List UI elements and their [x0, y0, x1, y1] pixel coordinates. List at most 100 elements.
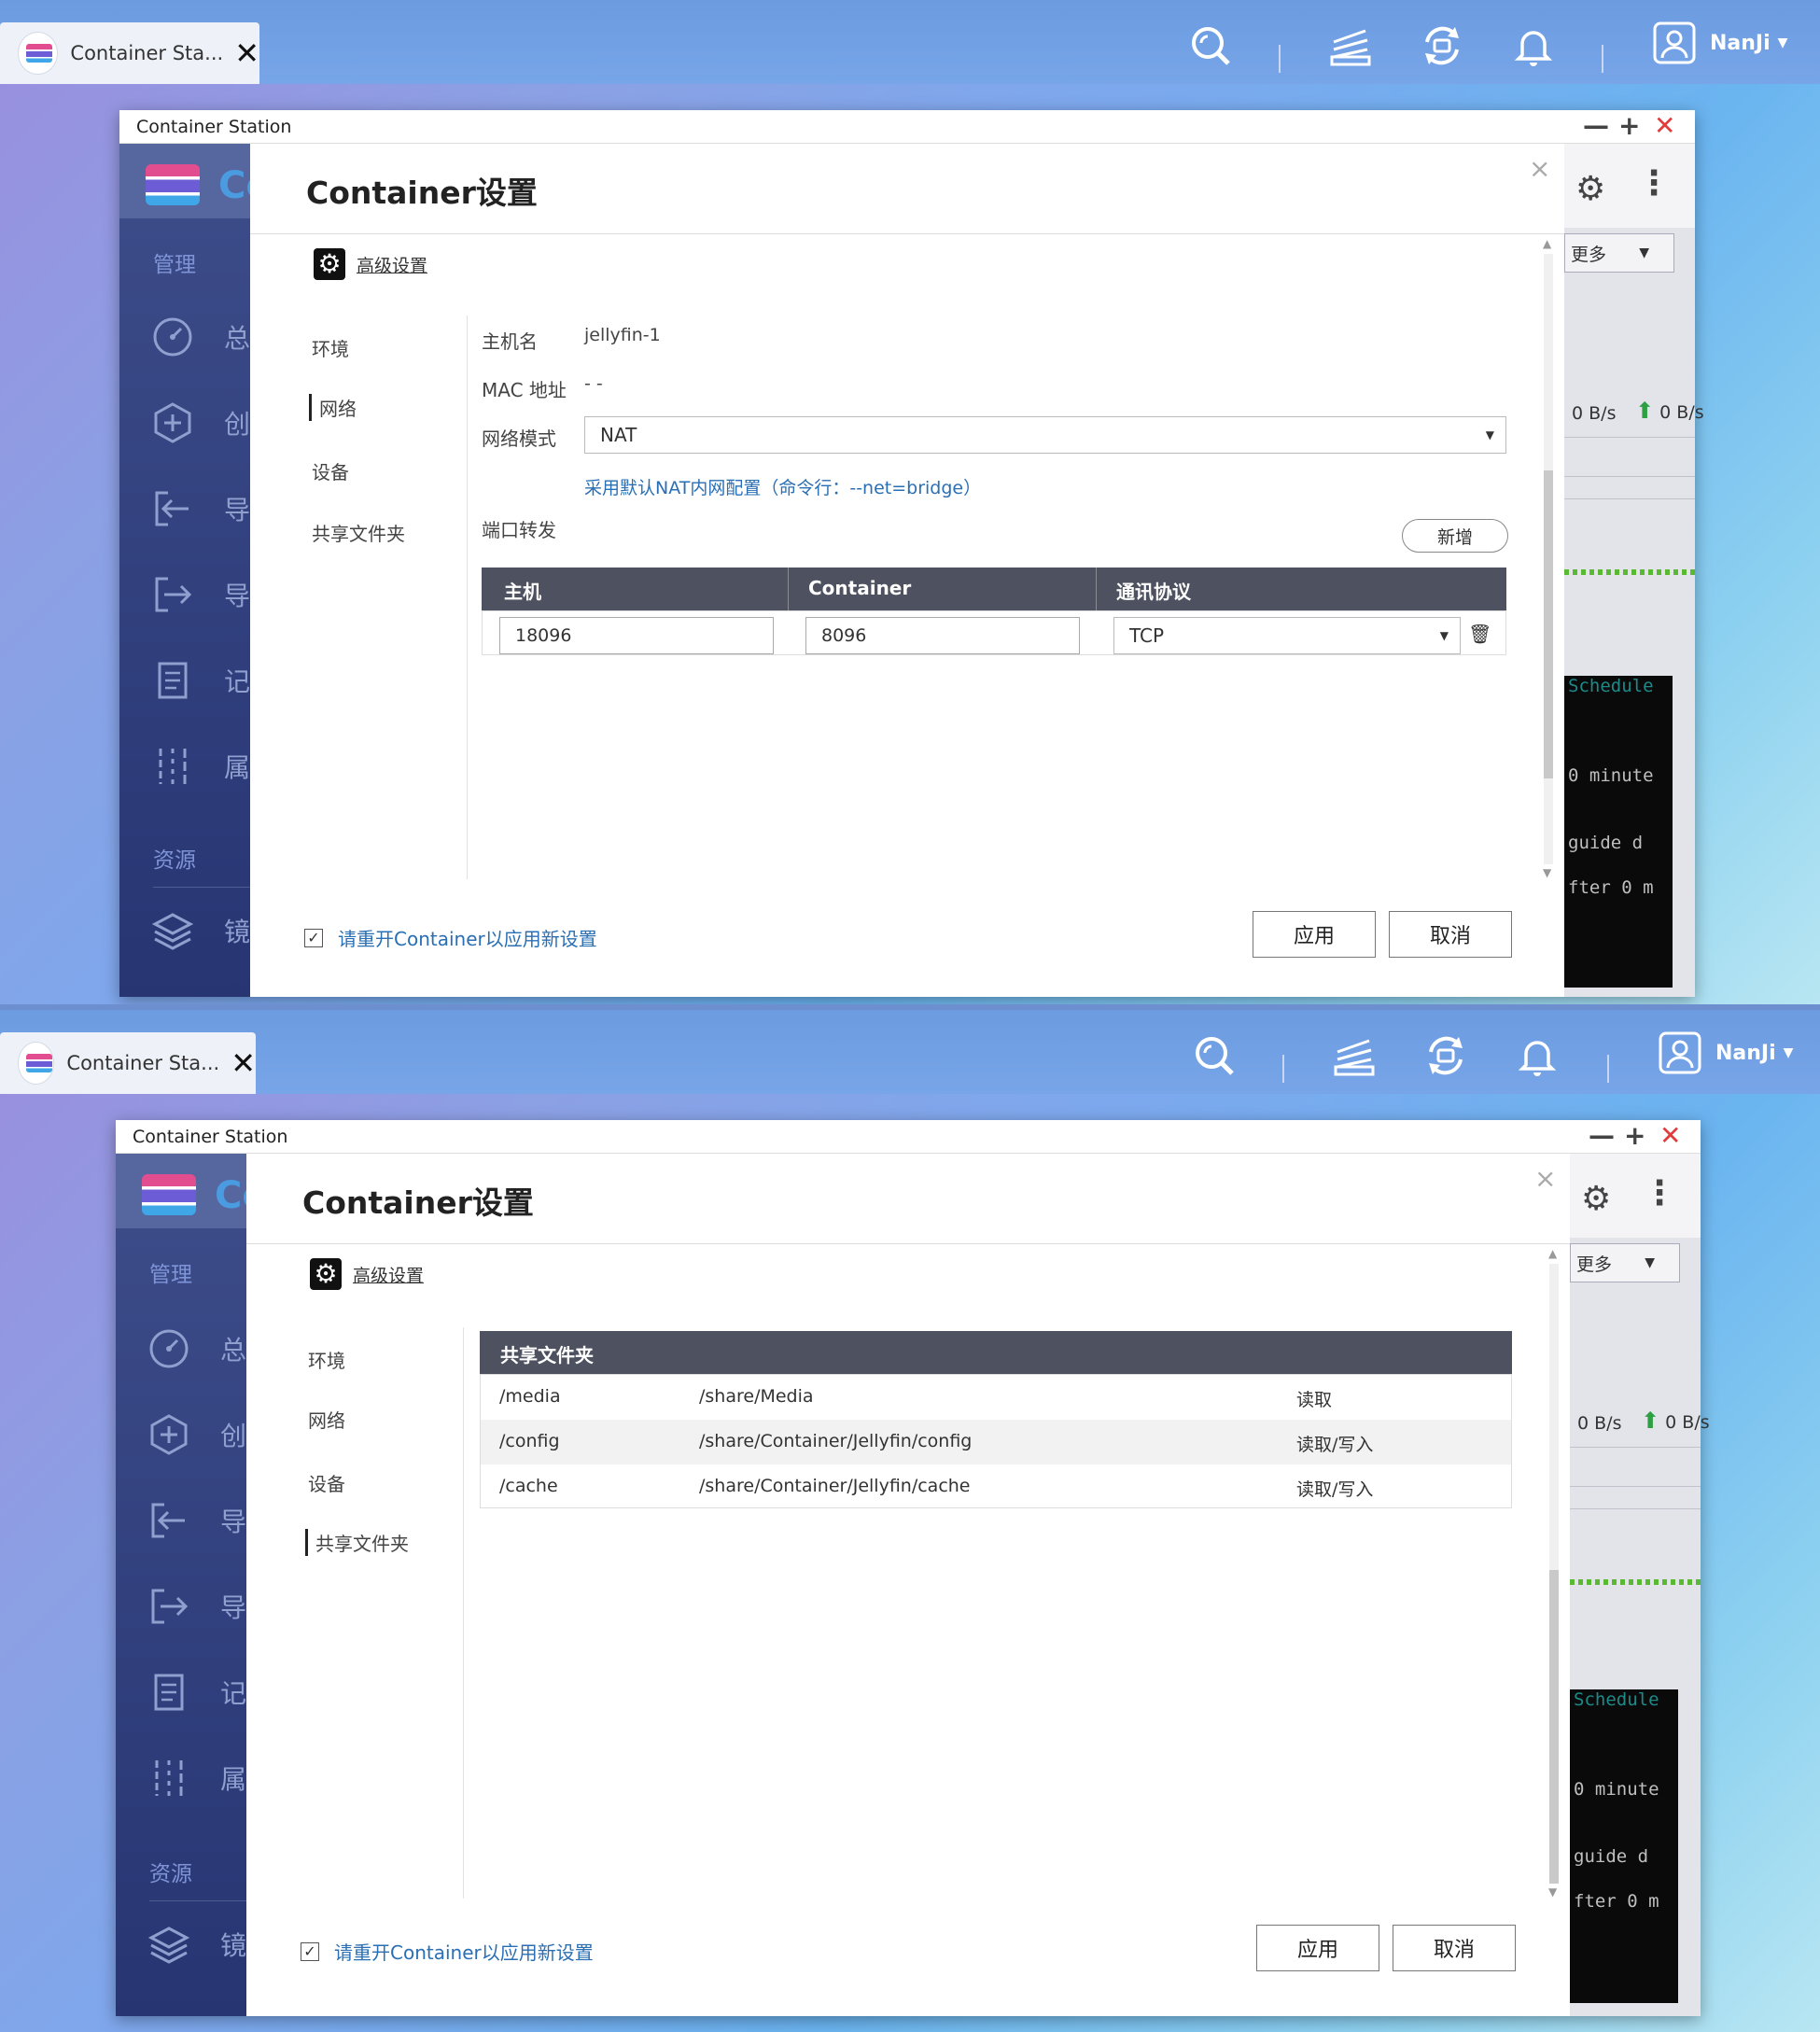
table-row[interactable]: /config /share/Container/Jellyfin/config…	[481, 1420, 1511, 1464]
minimize-icon[interactable]: —	[1589, 1122, 1615, 1150]
tab-environment[interactable]: 环境	[312, 334, 349, 361]
container-port-input[interactable]: 8096	[805, 617, 1080, 654]
close-window-icon[interactable]: ✕	[1654, 112, 1675, 140]
minimize-icon[interactable]: —	[1583, 112, 1609, 140]
maximize-icon[interactable]: +	[1624, 1122, 1645, 1150]
terminal-output: Schedule 0 minute guide d fter 0 m	[1564, 676, 1673, 988]
scroll-up-icon[interactable]: ▲	[1543, 237, 1551, 250]
advanced-settings-link[interactable]: ⚙ 高级设置	[314, 248, 427, 280]
sidebar-item-export[interactable]: 导	[147, 1583, 246, 1630]
tab-environment[interactable]: 环境	[308, 1346, 345, 1373]
sidebar-item-create[interactable]: 创	[147, 1411, 246, 1458]
log-icon	[151, 659, 194, 702]
modal-close-icon[interactable]: ×	[1529, 153, 1550, 184]
sidebar-item-logs[interactable]: 记	[147, 1669, 246, 1716]
taskbar-divider	[1602, 45, 1603, 73]
sidebar-item-overview[interactable]: 总	[147, 1325, 246, 1372]
sidebar-item-images[interactable]: 镜	[147, 1921, 246, 1968]
more-dropdown[interactable]: 更多 ▼	[1564, 233, 1674, 273]
network-mode-hint[interactable]: 采用默认NAT内网配置（命令行：--net=bridge）	[584, 474, 981, 499]
add-port-button[interactable]: 新增	[1402, 519, 1508, 553]
tab-network[interactable]: 网络	[308, 1406, 345, 1433]
app-window: Container Station — + ✕ Co 管理 总 创 导 导 记 …	[116, 1120, 1710, 2016]
settings-gear-icon[interactable]: ⚙	[1575, 170, 1605, 208]
apply-button[interactable]: 应用	[1256, 1925, 1379, 1971]
sync-icon[interactable]	[1421, 1030, 1471, 1081]
upload-arrow-icon: ⬆	[1635, 398, 1655, 424]
delete-row-icon[interactable]: 🗑	[1468, 623, 1491, 645]
preferences-icon	[151, 745, 194, 788]
window-title: Container Station	[136, 117, 292, 137]
search-icon[interactable]	[1189, 1030, 1239, 1081]
protocol-select[interactable]: TCP ▼	[1113, 617, 1461, 654]
sidebar-item-overview[interactable]: 总	[151, 314, 250, 360]
sidebar-section-manage: 管理	[153, 253, 196, 277]
cancel-button[interactable]: 取消	[1389, 911, 1512, 958]
taskbar-divider	[1279, 45, 1281, 73]
tab-devices[interactable]: 设备	[312, 457, 349, 484]
sidebar-item-import[interactable]: 导	[151, 485, 250, 532]
tab-close-icon[interactable]: ✕	[231, 1048, 256, 1078]
more-options-icon[interactable]: ⋮	[1637, 164, 1671, 203]
tab-shared-folders[interactable]: 共享文件夹	[305, 1529, 409, 1556]
notification-bell-icon[interactable]	[1508, 21, 1559, 71]
tab-devices[interactable]: 设备	[308, 1469, 345, 1496]
restart-checkbox[interactable]: ✓ 请重开Container以应用新设置	[304, 924, 597, 951]
background-tasks-icon[interactable]	[1325, 21, 1376, 71]
restart-checkbox[interactable]: ✓ 请重开Container以应用新设置	[301, 1938, 594, 1965]
tab-network[interactable]: 网络	[309, 394, 357, 421]
sidebar-item-preferences[interactable]: 属	[147, 1755, 246, 1801]
sidebar-item-label: 导	[220, 1506, 247, 1537]
import-icon	[151, 487, 194, 530]
close-window-icon[interactable]: ✕	[1659, 1122, 1681, 1150]
modal-close-icon[interactable]: ×	[1534, 1163, 1556, 1194]
checkbox-checked-icon[interactable]: ✓	[304, 928, 323, 947]
table-row[interactable]: /cache /share/Container/Jellyfin/cache 读…	[481, 1464, 1511, 1509]
window-titlebar[interactable]: Container Station — + ✕	[119, 110, 1695, 144]
scroll-down-icon[interactable]: ▼	[1548, 1885, 1557, 1899]
host-port-input[interactable]: 18096	[499, 617, 774, 654]
scroll-thumb[interactable]	[1549, 1570, 1559, 1884]
tab-shared-folders[interactable]: 共享文件夹	[312, 519, 405, 546]
sidebar-item-export[interactable]: 导	[151, 571, 250, 618]
sidebar-item-create[interactable]: 创	[151, 399, 250, 446]
user-menu[interactable]: NanJi ▼	[1658, 1030, 1793, 1075]
maximize-icon[interactable]: +	[1618, 112, 1640, 140]
sync-icon[interactable]	[1417, 21, 1467, 71]
more-dropdown[interactable]: 更多 ▼	[1570, 1243, 1680, 1282]
scroll-up-icon[interactable]: ▲	[1548, 1247, 1557, 1260]
cancel-button[interactable]: 取消	[1393, 1925, 1516, 1971]
sidebar-item-label: 导	[220, 1592, 247, 1623]
notification-bell-icon[interactable]	[1512, 1030, 1562, 1081]
modal-scrollbar[interactable]: ▲ ▼	[1547, 1247, 1561, 1900]
network-mode-select[interactable]: NAT ▼	[584, 416, 1506, 454]
sidebar-item-preferences[interactable]: 属	[151, 743, 250, 790]
user-name: NanJi	[1710, 31, 1771, 55]
more-options-icon[interactable]: ⋮	[1643, 1174, 1676, 1212]
background-panel: ⚙ ⋮ 更多 ▼ 0 B/s ⬆ 0 B/s Schedule 0 minute…	[1564, 144, 1704, 997]
advanced-settings-link[interactable]: ⚙ 高级设置	[310, 1258, 424, 1290]
more-label: 更多	[1576, 1254, 1613, 1275]
modal-scrollbar[interactable]: ▲ ▼	[1542, 237, 1555, 881]
search-icon[interactable]	[1185, 21, 1236, 71]
settings-gear-icon[interactable]: ⚙	[1581, 1180, 1611, 1218]
background-tasks-icon[interactable]	[1329, 1030, 1379, 1081]
panel-divider	[1564, 498, 1695, 499]
app-tab[interactable]: Container Sta... ✕	[0, 1032, 256, 1094]
checkbox-checked-icon[interactable]: ✓	[301, 1941, 319, 1961]
sidebar-item-import[interactable]: 导	[147, 1497, 246, 1544]
scroll-down-icon[interactable]: ▼	[1543, 866, 1551, 879]
sidebar-item-images[interactable]: 镜	[151, 907, 250, 954]
terminal-line: Schedule	[1568, 676, 1654, 696]
window-titlebar[interactable]: Container Station — + ✕	[116, 1120, 1701, 1154]
user-menu[interactable]: NanJi ▼	[1652, 21, 1787, 65]
table-row[interactable]: /media /share/Media 读取	[481, 1375, 1511, 1420]
mount-point: /cache	[499, 1476, 558, 1496]
tab-close-icon[interactable]: ✕	[234, 38, 259, 68]
terminal-line: 0 minute	[1574, 1779, 1659, 1800]
apply-button[interactable]: 应用	[1253, 911, 1376, 958]
app-tab[interactable]: Container Sta... ✕	[0, 22, 259, 84]
scroll-thumb[interactable]	[1544, 470, 1553, 778]
sidebar-item-logs[interactable]: 记	[151, 657, 250, 704]
terminal-line: fter 0 m	[1568, 877, 1654, 898]
